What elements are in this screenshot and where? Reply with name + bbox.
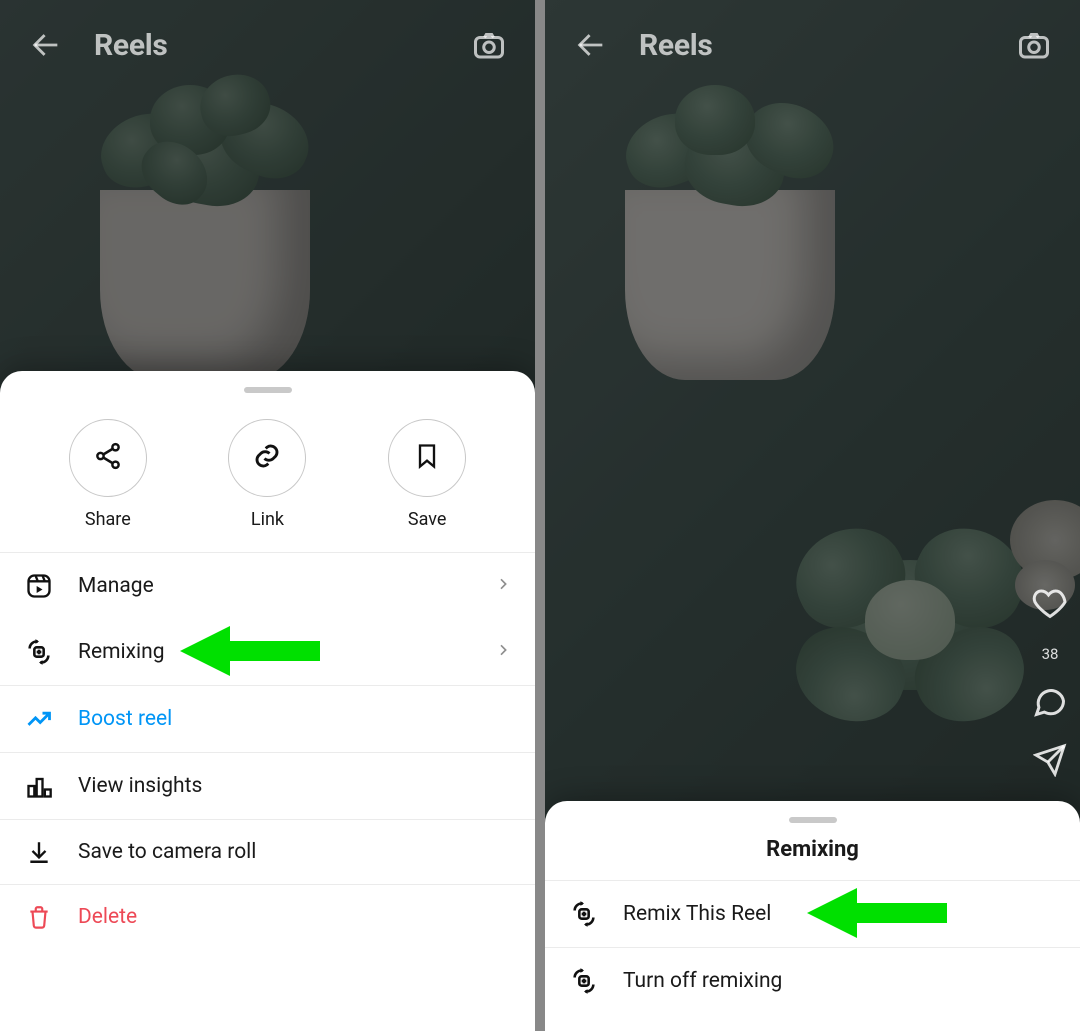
back-icon[interactable]	[24, 23, 68, 67]
insights-label: View insights	[78, 774, 511, 798]
topbar: Reels	[545, 0, 1080, 90]
remix-icon	[24, 638, 54, 666]
bookmark-icon	[413, 442, 441, 474]
link-label: Link	[251, 509, 284, 530]
turn-off-label: Turn off remixing	[623, 969, 1056, 993]
drag-handle[interactable]	[789, 817, 837, 823]
like-count: 38	[1042, 645, 1059, 663]
action-sheet: Share Link Save	[0, 371, 535, 1031]
remix-sheet: Remixing Remix This Reel Turn off remixi…	[545, 801, 1080, 1031]
boost-reel-row[interactable]: Boost reel	[0, 686, 535, 752]
link-icon	[252, 441, 282, 475]
save-camera-roll-row[interactable]: Save to camera roll	[0, 820, 535, 884]
chevron-right-icon	[495, 574, 511, 598]
drag-handle[interactable]	[244, 387, 292, 393]
delete-row[interactable]: Delete	[0, 885, 535, 949]
quick-actions-row: Share Link Save	[0, 401, 535, 552]
manage-label: Manage	[78, 574, 471, 598]
bar-chart-icon	[24, 772, 54, 800]
save-roll-label: Save to camera roll	[78, 840, 511, 864]
left-screenshot: Reels Share	[0, 0, 535, 1031]
page-title: Reels	[94, 28, 441, 63]
save-button[interactable]: Save	[388, 419, 466, 530]
delete-label: Delete	[78, 905, 511, 929]
trend-up-icon	[24, 705, 54, 733]
remix-icon	[569, 900, 599, 928]
boost-label: Boost reel	[78, 707, 511, 731]
remixing-row[interactable]: Remixing	[0, 619, 535, 685]
view-insights-row[interactable]: View insights	[0, 753, 535, 819]
share-label: Share	[85, 509, 131, 530]
sheet-title: Remixing	[545, 831, 1080, 880]
camera-icon[interactable]	[467, 23, 511, 67]
reels-icon	[24, 572, 54, 600]
comment-icon[interactable]	[1032, 683, 1068, 723]
turn-off-remixing-row[interactable]: Turn off remixing	[545, 948, 1080, 1014]
share-icon	[93, 441, 123, 475]
save-label: Save	[408, 509, 447, 530]
engagement-sidebar: 38	[1032, 585, 1068, 781]
page-title: Reels	[639, 28, 986, 63]
trash-icon	[24, 904, 54, 930]
remix-this-label: Remix This Reel	[623, 902, 1056, 926]
link-button[interactable]: Link	[228, 419, 306, 530]
topbar: Reels	[0, 0, 535, 90]
right-screenshot: Reels 38 Remixing	[545, 0, 1080, 1031]
remix-icon	[569, 967, 599, 995]
download-icon	[24, 839, 54, 865]
share-button[interactable]: Share	[69, 419, 147, 530]
remix-this-reel-row[interactable]: Remix This Reel	[545, 881, 1080, 947]
send-icon[interactable]	[1033, 743, 1067, 781]
manage-row[interactable]: Manage	[0, 553, 535, 619]
back-icon[interactable]	[569, 23, 613, 67]
chevron-right-icon	[495, 640, 511, 664]
remixing-label: Remixing	[78, 640, 471, 664]
camera-icon[interactable]	[1012, 23, 1056, 67]
heart-icon[interactable]	[1032, 585, 1068, 625]
